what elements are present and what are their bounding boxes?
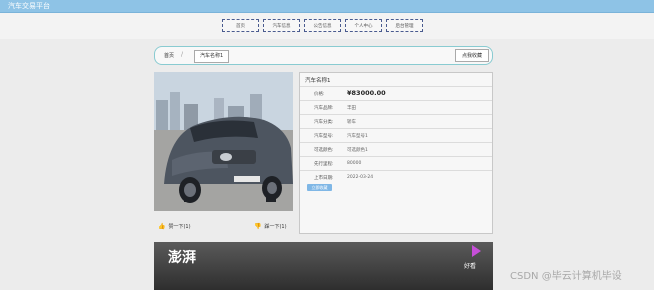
field-brand: 汽车品牌: 丰田 — [300, 100, 492, 115]
nav-user-center[interactable]: 个人中心 — [345, 19, 382, 32]
field-model: 汽车型号: 汽车型号1 — [300, 128, 492, 143]
car-photo — [154, 72, 293, 211]
dislike-button[interactable]: 👎 踩一下(1) — [254, 223, 287, 230]
like-label: 赞一下(1) — [168, 224, 191, 230]
app-title: 汽车交易平台 — [8, 2, 50, 10]
top-bar: 汽车交易平台 — [0, 0, 654, 13]
breadcrumb: 首页 / 汽车名称1 点我收藏 — [154, 46, 493, 65]
breadcrumb-home[interactable]: 首页 — [164, 52, 174, 59]
field-value: 80000 — [347, 161, 362, 166]
field-price: 价格: ¥83000.00 — [300, 86, 492, 101]
nav-home[interactable]: 首页 — [222, 19, 259, 32]
field-value: 2022-03-24 — [347, 175, 374, 180]
play-logo-icon — [472, 245, 481, 257]
car-name: 汽车名称1 — [305, 78, 331, 84]
like-button[interactable]: 👍 赞一下(1) — [158, 223, 191, 230]
field-mileage: 先行里程: 80000 — [300, 156, 492, 171]
nav-bar: 首页 汽车信息 公告信息 个人中心 后台管理 — [0, 13, 654, 39]
thumbs-up-icon: 👍 — [158, 223, 166, 230]
field-label: 汽车分类: — [314, 120, 334, 125]
thumbs-down-icon: 👎 — [254, 223, 262, 230]
video-app-label: 好看 — [464, 263, 477, 270]
breadcrumb-current: 汽车名称1 — [194, 50, 230, 63]
watermark: CSDN @毕云计算机毕设 — [510, 271, 622, 282]
field-value: 丰田 — [347, 106, 356, 111]
field-value: 汽车型号1 — [347, 134, 368, 139]
field-value: 可选颜色1 — [347, 148, 368, 153]
field-value: ¥83000.00 — [347, 89, 386, 97]
field-label: 价格: — [314, 92, 325, 97]
car-info-panel: 汽车名称1 价格: ¥83000.00 汽车品牌: 丰田 汽车分类: 轿车 汽车… — [299, 72, 493, 234]
car-illustration — [154, 72, 293, 211]
field-label: 汽车品牌: — [314, 106, 334, 111]
breadcrumb-separator: / — [181, 51, 184, 58]
field-label: 汽车型号: — [314, 134, 334, 139]
nav-notices[interactable]: 公告信息 — [304, 19, 341, 32]
field-category: 汽车分类: 轿车 — [300, 114, 492, 129]
field-label: 可选颜色: — [314, 148, 334, 153]
field-value: 轿车 — [347, 120, 356, 125]
dislike-label: 踩一下(1) — [264, 224, 287, 230]
collect-button[interactable]: 立即收藏 — [307, 184, 332, 191]
field-label: 上市日期: — [314, 176, 334, 181]
field-label: 先行里程: — [314, 162, 334, 167]
video-brand-text: 澎湃 — [168, 250, 196, 266]
video-banner[interactable]: 澎湃 好看 — [154, 242, 493, 290]
nav-admin[interactable]: 后台管理 — [386, 19, 423, 32]
nav-cars[interactable]: 汽车信息 — [263, 19, 300, 32]
favorite-button[interactable]: 点我收藏 — [455, 49, 489, 62]
field-release-date: 上市日期: 2022-03-24 — [300, 170, 492, 185]
field-color: 可选颜色: 可选颜色1 — [300, 142, 492, 157]
